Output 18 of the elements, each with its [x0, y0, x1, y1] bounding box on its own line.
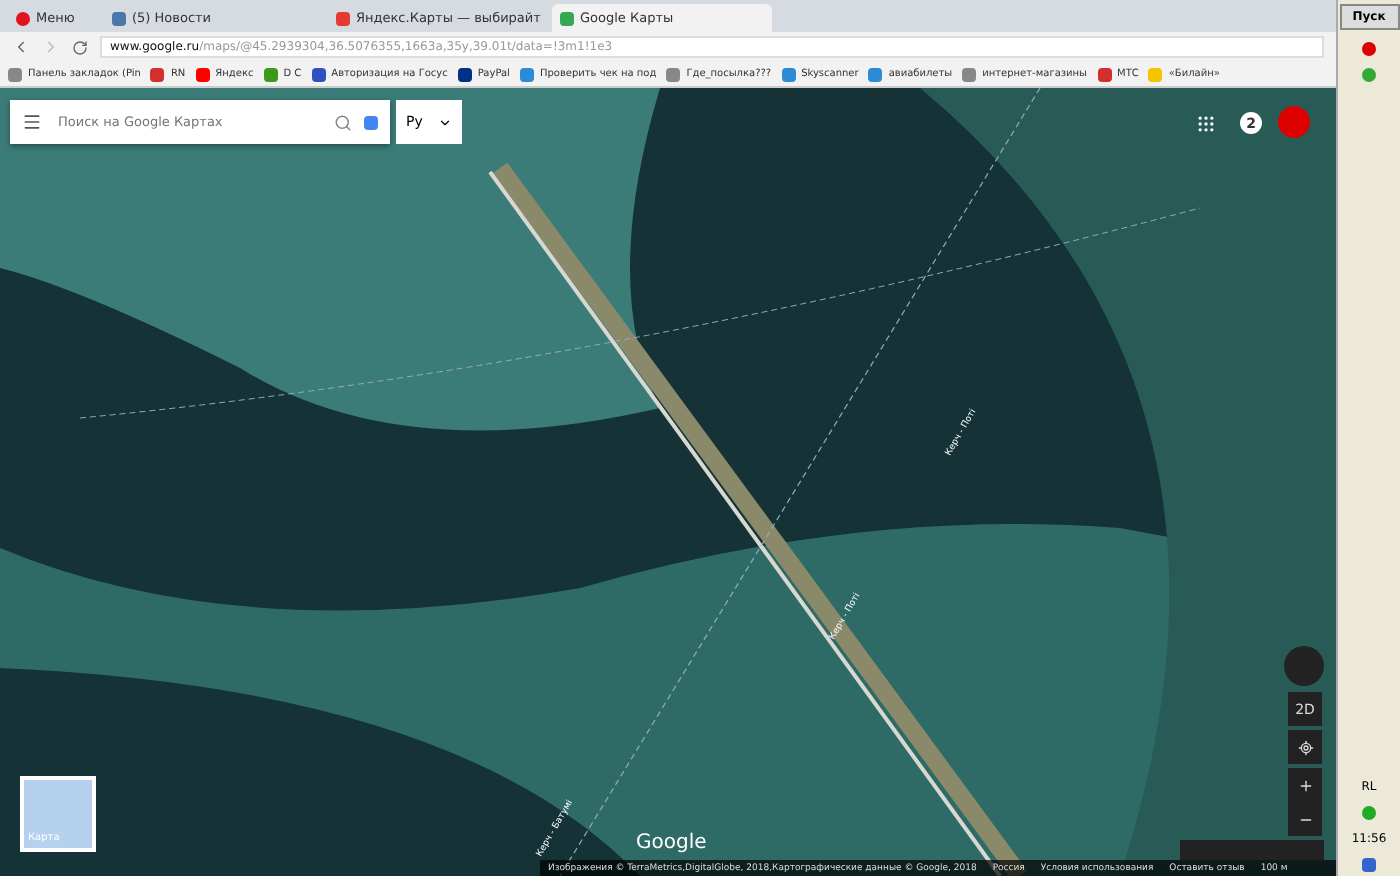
location-button[interactable] [1288, 730, 1322, 764]
tab-icon [112, 11, 126, 25]
search-icon[interactable] [334, 113, 352, 131]
desktop-icon[interactable] [1362, 858, 1376, 872]
plus-icon [1297, 777, 1313, 793]
google-logo: Google [636, 832, 707, 854]
zoom-in-button[interactable] [1288, 768, 1322, 802]
reload-icon[interactable] [72, 39, 88, 55]
apps-grid-icon[interactable] [1196, 114, 1216, 134]
app-icon[interactable] [1362, 68, 1376, 82]
tab-icon [336, 11, 350, 25]
tray-icon[interactable] [1362, 806, 1376, 820]
back-icon[interactable] [12, 38, 30, 56]
caret-icon [438, 115, 452, 129]
tab-icon [16, 11, 30, 25]
location-icon [1297, 739, 1313, 755]
tab-icon [560, 11, 574, 25]
menu-icon[interactable] [22, 112, 42, 132]
